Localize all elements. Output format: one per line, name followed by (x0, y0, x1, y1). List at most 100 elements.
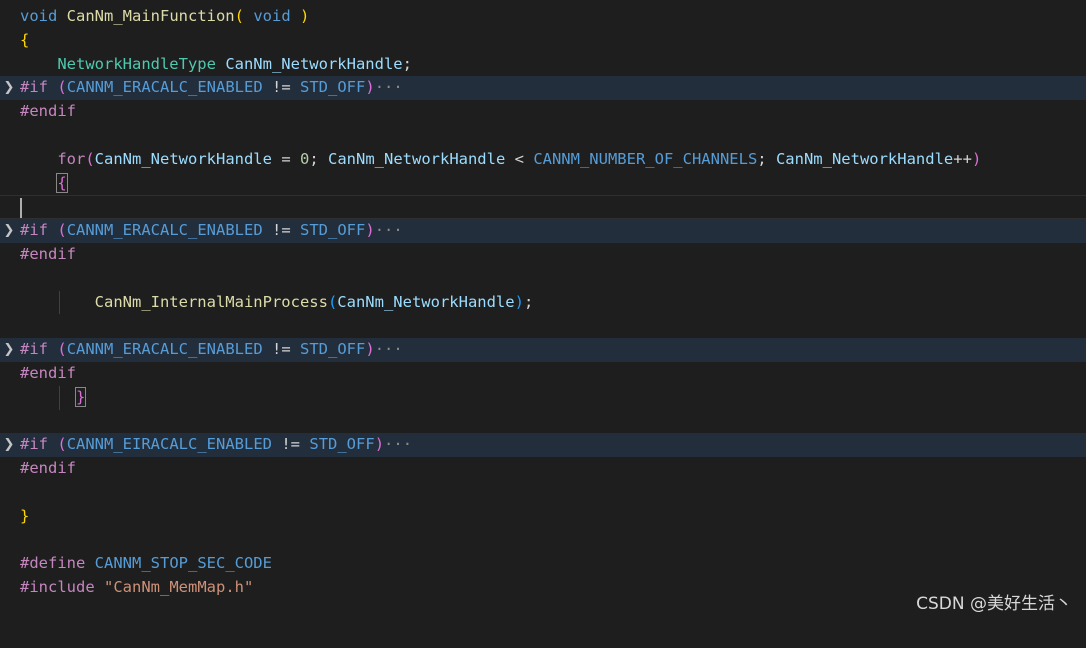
function-name: CanNm_MainFunction (66, 7, 235, 25)
preprocessor-directive: #if (20, 435, 48, 454)
keyword-void: void (244, 7, 300, 25)
operator: != (272, 340, 291, 359)
code-line[interactable]: for(CanNm_NetworkHandle = 0; CanNm_Netwo… (0, 148, 1086, 172)
chevron-right-icon[interactable]: ❯ (2, 338, 16, 362)
paren-open: ( (57, 435, 67, 454)
code-line-text: NetworkHandleType CanNm_NetworkHandle; (20, 53, 412, 77)
preprocessor-directive: #if (20, 78, 48, 97)
code-editor[interactable]: void CanNm_MainFunction( void ) { Networ… (0, 5, 1086, 600)
watermark: CSDN @美好生活丶 (916, 594, 1072, 614)
code-line[interactable] (0, 314, 1086, 338)
code-line[interactable]: CanNm_InternalMainProcess(CanNm_NetworkH… (0, 290, 1086, 315)
macro-value: STD_OFF (300, 221, 366, 240)
code-line-text: } (20, 386, 87, 410)
keyword-for: for (57, 149, 86, 168)
semicolon: ; (523, 292, 534, 311)
brace-close: } (74, 386, 87, 407)
function-call: CanNm_InternalMainProcess (94, 292, 328, 311)
brace-close: } (20, 506, 30, 525)
code-line-text: { (20, 172, 68, 196)
code-line[interactable]: } (0, 385, 1086, 410)
paren-open: ( (57, 340, 67, 359)
macro-name: CANNM_STOP_SEC_CODE (94, 554, 272, 573)
variable-name: CanNm_NetworkHandle (225, 54, 403, 73)
preprocessor-directive: #if (20, 221, 48, 240)
paren-close: ) (300, 7, 310, 25)
code-line[interactable]: void CanNm_MainFunction( void ) (0, 5, 1086, 29)
paren-close: ) (514, 292, 524, 311)
macro-value: STD_OFF (309, 435, 375, 454)
paren-open: ( (327, 292, 338, 311)
preprocessor-directive: #if (20, 340, 48, 359)
variable-name: CanNm_NetworkHandle (94, 149, 272, 168)
fold-ellipsis[interactable]: ··· (375, 340, 403, 358)
macro-name: CANNM_ERACALC_ENABLED (66, 340, 263, 359)
preprocessor-directive: #endif (20, 244, 76, 263)
code-line-text: for(CanNm_NetworkHandle = 0; CanNm_Netwo… (20, 148, 981, 172)
folded-region-line[interactable]: ❯ #if (CANNM_EIRACALC_ENABLED != STD_OFF… (0, 433, 1086, 458)
type-name: NetworkHandleType (57, 54, 216, 73)
chevron-right-icon[interactable]: ❯ (2, 76, 16, 100)
current-code-line[interactable] (0, 195, 1086, 220)
code-line[interactable]: NetworkHandleType CanNm_NetworkHandle; (0, 53, 1086, 77)
operator: = (271, 149, 300, 168)
paren-close: ) (365, 340, 375, 359)
string-literal: "CanNm_MemMap.h" (104, 578, 254, 597)
code-line[interactable]: { (0, 172, 1086, 196)
brace-open: { (20, 30, 30, 49)
macro-name: CANNM_ERACALC_ENABLED (66, 221, 263, 240)
code-line-text: #endif (20, 243, 76, 267)
operator: != (272, 221, 291, 240)
preprocessor-directive: #endif (20, 459, 76, 478)
paren-close: ) (365, 221, 375, 240)
code-line-text: #if (CANNM_ERACALC_ENABLED != STD_OFF)··… (20, 76, 403, 100)
code-line[interactable] (0, 267, 1086, 291)
code-line-text: #define CANNM_STOP_SEC_CODE (20, 552, 272, 576)
code-line[interactable]: #endif (0, 100, 1086, 124)
paren-open: ( (57, 221, 67, 240)
code-line[interactable]: #endif (0, 362, 1086, 386)
paren-close: ) (365, 78, 375, 97)
variable-name: CanNm_NetworkHandle (337, 292, 515, 311)
code-line-text: #endif (20, 457, 76, 481)
code-line[interactable] (0, 481, 1086, 505)
fold-ellipsis[interactable]: ··· (375, 78, 403, 96)
folded-region-line[interactable]: ❯ #if (CANNM_ERACALC_ENABLED != STD_OFF)… (0, 338, 1086, 362)
macro-name: CANNM_EIRACALC_ENABLED (66, 435, 272, 454)
code-line-text: { (20, 29, 29, 53)
code-line[interactable] (0, 410, 1086, 434)
preprocessor-directive: #endif (20, 102, 76, 121)
preprocessor-directive: #endif (20, 363, 76, 382)
operator: != (272, 78, 291, 97)
code-line[interactable] (0, 124, 1086, 148)
variable-name: CanNm_NetworkHandle (328, 149, 506, 168)
code-line[interactable] (0, 529, 1086, 553)
code-line[interactable]: #endif (0, 457, 1086, 481)
brace-open: { (56, 172, 68, 193)
paren-open: ( (85, 149, 95, 168)
code-line[interactable]: { (0, 29, 1086, 53)
operator: ++ (953, 149, 972, 168)
code-line[interactable]: } (0, 505, 1086, 529)
chevron-right-icon[interactable]: ❯ (2, 219, 16, 243)
operator: < (505, 149, 534, 168)
code-line-text: #if (CANNM_ERACALC_ENABLED != STD_OFF)··… (20, 338, 403, 362)
number-literal: 0 (299, 149, 310, 168)
code-line-text: CanNm_InternalMainProcess(CanNm_NetworkH… (20, 291, 534, 315)
code-line-text: #endif (20, 100, 76, 124)
chevron-right-icon[interactable]: ❯ (2, 433, 16, 457)
code-line[interactable]: #define CANNM_STOP_SEC_CODE (0, 552, 1086, 576)
code-line-text: #if (CANNM_EIRACALC_ENABLED != STD_OFF)·… (20, 433, 412, 457)
keyword-void: void (20, 7, 58, 25)
text-cursor (20, 198, 22, 219)
macro-value: STD_OFF (300, 340, 366, 359)
folded-region-line[interactable]: ❯ #if (CANNM_ERACALC_ENABLED != STD_OFF)… (0, 219, 1086, 243)
folded-region-line[interactable]: ❯ #if (CANNM_ERACALC_ENABLED != STD_OFF)… (0, 76, 1086, 101)
fold-ellipsis[interactable]: ··· (384, 435, 412, 453)
macro-name: CANNM_NUMBER_OF_CHANNELS (533, 149, 758, 168)
paren-close: ) (374, 435, 385, 454)
fold-ellipsis[interactable]: ··· (375, 221, 403, 239)
preprocessor-directive: #define (20, 554, 86, 573)
code-line[interactable]: #endif (0, 243, 1086, 267)
paren-open: ( (234, 7, 244, 25)
